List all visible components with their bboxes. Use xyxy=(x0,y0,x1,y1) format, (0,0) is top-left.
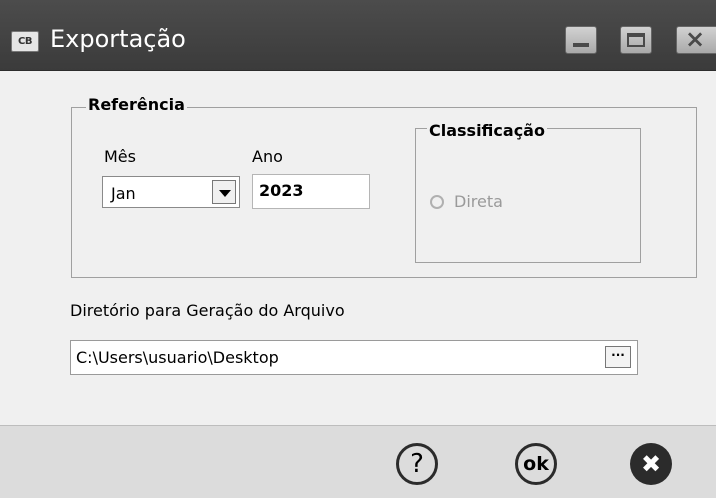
classificacao-legend: Classificação xyxy=(427,121,547,140)
maximize-icon xyxy=(627,33,645,47)
browse-button[interactable]: ··· xyxy=(605,346,631,368)
ok-icon: ok xyxy=(523,453,549,475)
ano-input[interactable]: 2023 xyxy=(252,174,370,209)
ok-button[interactable]: ok xyxy=(515,443,557,485)
mes-select-value: Jan xyxy=(111,184,136,203)
minimize-icon xyxy=(573,43,589,47)
chevron-down-icon[interactable] xyxy=(212,180,236,204)
direta-radio[interactable]: Direta xyxy=(430,192,540,214)
diretorio-label: Diretório para Geração do Arquivo xyxy=(70,301,345,320)
help-button[interactable]: ? xyxy=(396,443,438,485)
direta-radio-label: Direta xyxy=(454,192,503,211)
minimize-button[interactable] xyxy=(565,26,597,54)
diretorio-input[interactable]: C:\Users\usuario\Desktop ··· xyxy=(70,340,638,375)
maximize-button[interactable] xyxy=(620,26,652,54)
help-icon: ? xyxy=(410,449,424,479)
mes-label: Mês xyxy=(104,147,136,166)
ano-label: Ano xyxy=(252,147,283,166)
diretorio-value: C:\Users\usuario\Desktop xyxy=(76,348,279,367)
cancel-icon: ✖ xyxy=(640,450,662,478)
close-button[interactable]: × xyxy=(676,25,716,54)
mes-select[interactable]: Jan xyxy=(102,176,240,208)
app-icon: CB xyxy=(11,31,39,52)
cancel-button[interactable]: ✖ xyxy=(630,443,672,485)
radio-icon xyxy=(430,195,444,209)
title-bar[interactable]: CB Exportação × xyxy=(0,0,716,71)
referencia-legend: Referência xyxy=(86,95,187,114)
close-icon: × xyxy=(685,25,706,53)
footer-bar xyxy=(0,425,716,498)
window-title: Exportação xyxy=(50,25,186,53)
